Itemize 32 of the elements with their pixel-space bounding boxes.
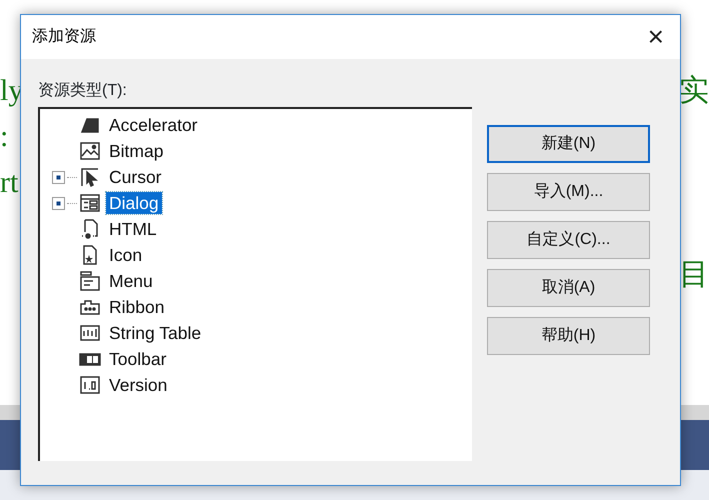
tree-item[interactable]: Menu <box>106 270 156 292</box>
dialog-button[interactable]: 取消(A) <box>487 269 650 307</box>
code-text: ly <box>0 73 24 109</box>
file-icon <box>79 218 101 240</box>
code-text: rt <box>0 165 18 201</box>
menu-icon <box>79 270 101 292</box>
expand-toggle[interactable] <box>52 196 65 210</box>
dialog-icon <box>79 192 101 214</box>
tree-item[interactable]: String Table <box>106 322 204 344</box>
image-icon <box>79 140 101 162</box>
code-text: 实 <box>679 73 709 109</box>
tree-item[interactable]: Ribbon <box>106 296 168 318</box>
code-text: 目 <box>679 257 709 293</box>
tree-item[interactable]: Bitmap <box>106 140 166 162</box>
tree-item[interactable]: Cursor <box>106 166 165 188</box>
tree-item[interactable]: Dialog <box>106 192 162 214</box>
dialog-button[interactable]: 导入(M)... <box>487 173 650 211</box>
tree-item[interactable]: Accelerator <box>106 114 201 136</box>
dialog-button[interactable]: 自定义(C)... <box>487 221 650 259</box>
version-icon <box>79 374 101 396</box>
tree-item[interactable]: Icon <box>106 244 146 266</box>
dialog-button[interactable]: 新建(N) <box>487 125 650 163</box>
expand-toggle[interactable] <box>52 170 65 184</box>
tree-item[interactable]: Toolbar <box>106 348 170 370</box>
tree-item[interactable]: HTML <box>106 218 160 240</box>
dialog-button[interactable]: 帮助(H) <box>487 317 650 355</box>
tree-label: 资源类型(T): <box>38 80 128 101</box>
close-button[interactable]: × <box>642 23 670 51</box>
window-title: 添加资源 <box>32 26 96 47</box>
cursor-icon <box>79 166 101 188</box>
code-text: : <box>0 119 8 155</box>
tree-item[interactable]: Version <box>106 374 170 396</box>
